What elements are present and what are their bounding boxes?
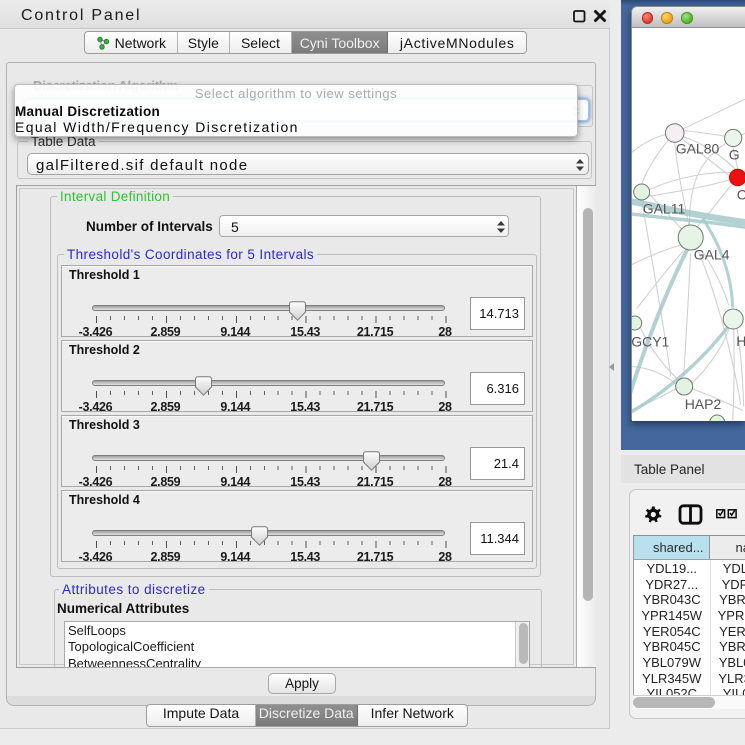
svg-text:HAP2: HAP2 bbox=[685, 396, 722, 412]
svg-text:H: H bbox=[736, 333, 745, 349]
svg-text:GAL80: GAL80 bbox=[676, 140, 720, 156]
svg-text:GAL11: GAL11 bbox=[643, 200, 686, 216]
svg-text:C: C bbox=[737, 186, 745, 202]
svg-text:G: G bbox=[729, 146, 740, 162]
svg-text:GAL4: GAL4 bbox=[694, 246, 730, 262]
svg-text:GCY1: GCY1 bbox=[632, 333, 670, 349]
